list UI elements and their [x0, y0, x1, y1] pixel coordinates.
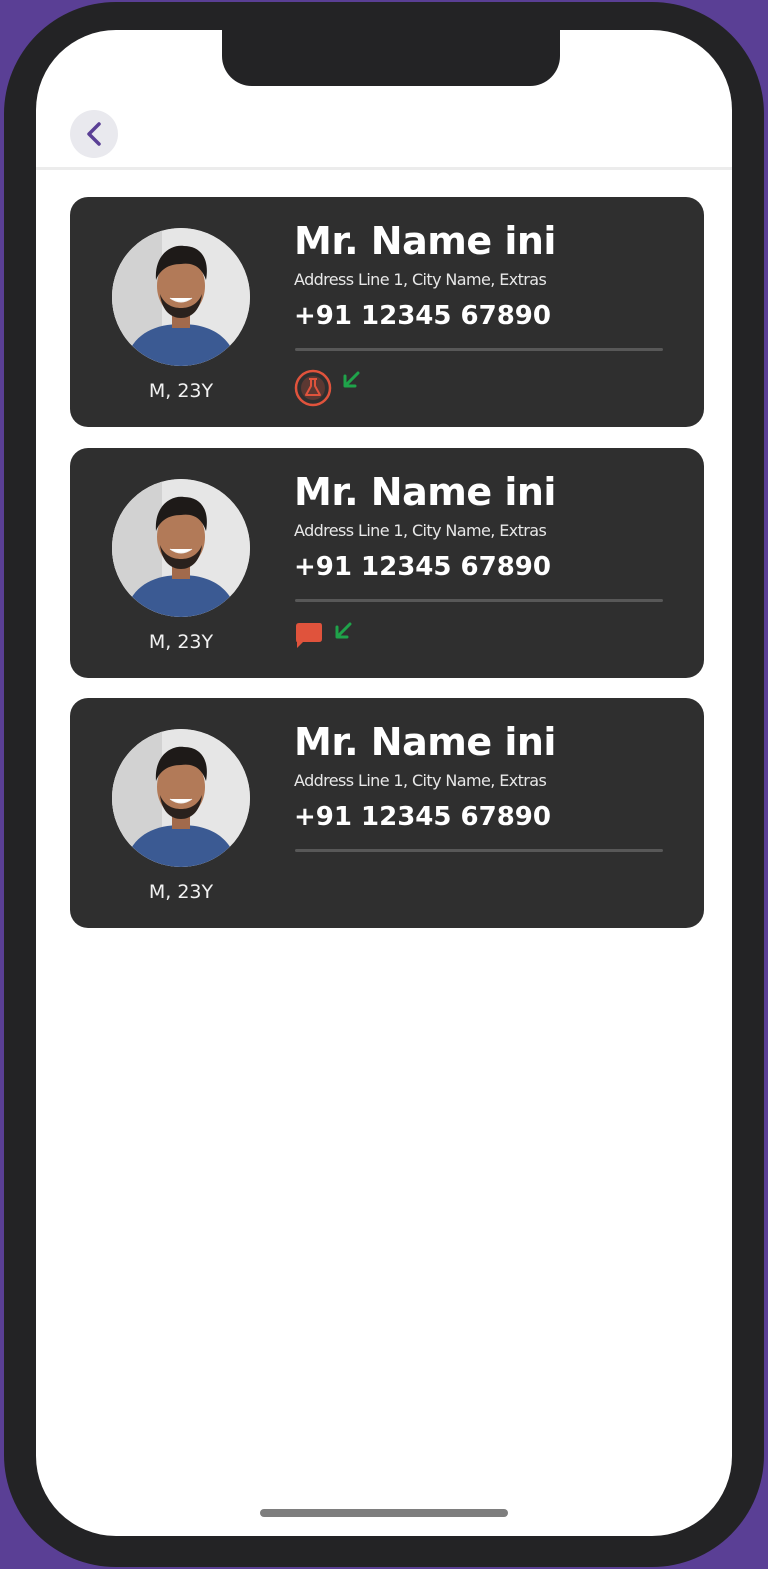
- header-divider: [36, 167, 732, 170]
- patient-address: Address Line 1, City Name, Extras: [294, 771, 547, 790]
- back-button[interactable]: [70, 110, 118, 158]
- lab-flask-icon[interactable]: [294, 369, 332, 407]
- incoming-arrow-icon: [343, 371, 360, 388]
- patient-card[interactable]: M, 23Y Mr. Name ini Address Line 1, City…: [70, 448, 704, 678]
- patient-card[interactable]: M, 23Y Mr. Name ini Address Line 1, City…: [70, 197, 704, 427]
- avatar: [112, 479, 250, 617]
- gender-age: M, 23Y: [148, 631, 214, 653]
- patient-name: Mr. Name ini: [294, 470, 556, 514]
- patient-address: Address Line 1, City Name, Extras: [294, 521, 547, 540]
- card-divider: [295, 348, 663, 351]
- patient-phone[interactable]: +91 12345 67890: [294, 301, 551, 331]
- patient-address: Address Line 1, City Name, Extras: [294, 270, 547, 289]
- gender-age: M, 23Y: [148, 380, 214, 402]
- screen: M, 23Y Mr. Name ini Address Line 1, City…: [36, 30, 732, 1536]
- card-divider: [295, 599, 663, 602]
- patient-phone[interactable]: +91 12345 67890: [294, 802, 551, 832]
- gender-age: M, 23Y: [148, 881, 214, 903]
- status-icons: [294, 620, 354, 660]
- avatar: [112, 729, 250, 867]
- patient-card[interactable]: M, 23Y Mr. Name ini Address Line 1, City…: [70, 698, 704, 928]
- notch: [222, 30, 560, 86]
- card-divider: [295, 849, 663, 852]
- avatar: [112, 228, 250, 366]
- patient-phone[interactable]: +91 12345 67890: [294, 552, 551, 582]
- home-indicator[interactable]: [260, 1509, 508, 1517]
- patient-name: Mr. Name ini: [294, 219, 556, 263]
- phone-frame: M, 23Y Mr. Name ini Address Line 1, City…: [4, 2, 764, 1567]
- chat-bubble-icon[interactable]: [294, 620, 324, 650]
- chevron-left-icon: [87, 122, 101, 146]
- status-icons: [294, 369, 362, 409]
- incoming-arrow-icon: [335, 622, 352, 639]
- patient-name: Mr. Name ini: [294, 720, 556, 764]
